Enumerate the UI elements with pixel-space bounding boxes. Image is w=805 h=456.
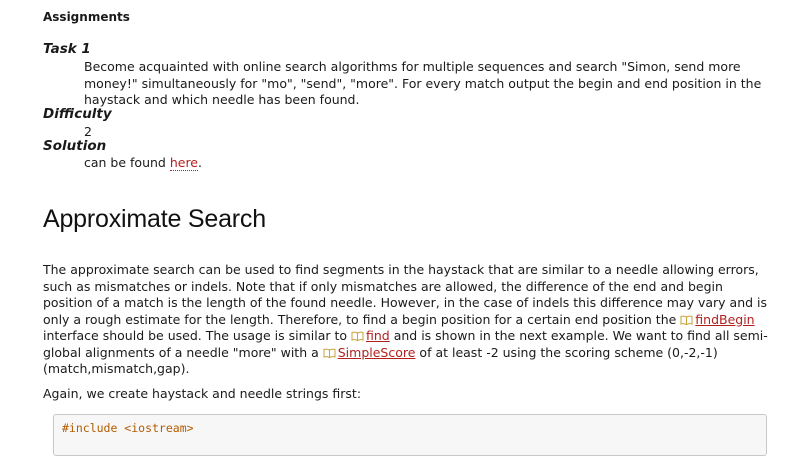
- paragraph-text-2: interface should be used. The usage is s…: [43, 328, 351, 343]
- book-icon: [680, 315, 693, 325]
- solution-link[interactable]: here: [169, 155, 198, 171]
- solution-text: can be found here.: [84, 155, 774, 172]
- difficulty-value: 2: [84, 124, 92, 139]
- assignments-heading: Assignments: [43, 10, 130, 24]
- intro-paragraph: Again, we create haystack and needle str…: [43, 386, 362, 401]
- code-block: #include <iostream>: [53, 414, 767, 456]
- book-icon: [351, 331, 364, 341]
- find-link[interactable]: find: [351, 328, 390, 343]
- code-line-include: #include <iostream>: [62, 421, 194, 435]
- findbegin-link-label: findBegin: [695, 311, 755, 327]
- task-description: Become acquainted with online search alg…: [84, 59, 762, 107]
- book-icon: [323, 348, 336, 358]
- solution-label: Solution: [43, 138, 107, 154]
- approximate-search-paragraph: The approximate search can be used to fi…: [43, 262, 773, 378]
- solution-suffix: .: [198, 155, 202, 170]
- paragraph-text-1: The approximate search can be used to fi…: [43, 262, 768, 327]
- simplescore-link-label: SimpleScore: [337, 344, 416, 360]
- simplescore-link[interactable]: SimpleScore: [323, 344, 416, 360]
- section-title: Approximate Search: [43, 205, 266, 233]
- task-label: Task 1: [43, 41, 91, 57]
- solution-prefix: can be found: [84, 155, 170, 170]
- difficulty-label: Difficulty: [43, 106, 112, 122]
- findbegin-link[interactable]: findBegin: [680, 311, 755, 327]
- find-link-label: find: [366, 328, 390, 343]
